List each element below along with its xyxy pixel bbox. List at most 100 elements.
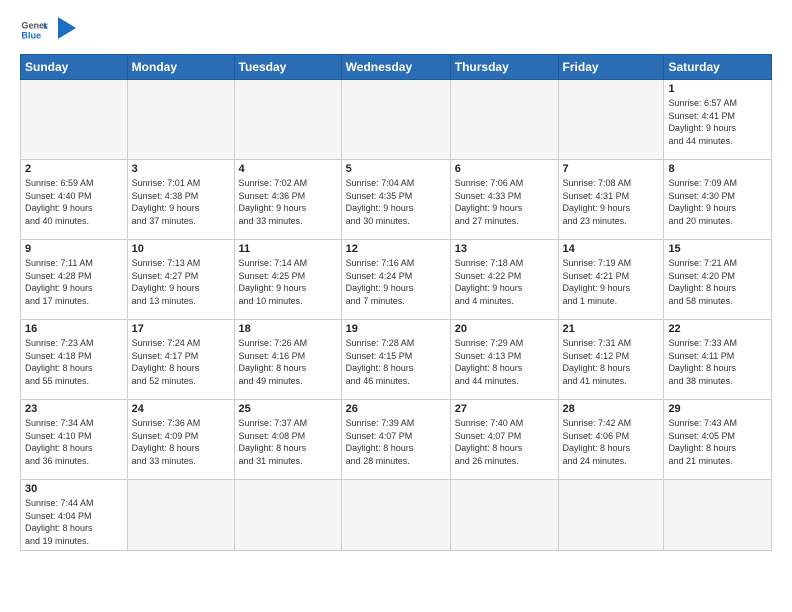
calendar-week-1: 1 Sunrise: 6:57 AM Sunset: 4:41 PM Daylig… xyxy=(21,80,772,160)
day-number: 17 xyxy=(132,323,230,335)
day-number: 19 xyxy=(346,323,446,335)
logo-triangle-icon xyxy=(58,17,76,39)
day-number: 5 xyxy=(346,163,446,175)
day-number: 18 xyxy=(239,323,337,335)
calendar-cell xyxy=(127,480,234,551)
day-info: Sunrise: 7:28 AM Sunset: 4:15 PM Dayligh… xyxy=(346,337,446,387)
day-info: Sunrise: 7:02 AM Sunset: 4:36 PM Dayligh… xyxy=(239,177,337,227)
day-number: 23 xyxy=(25,403,123,415)
day-info: Sunrise: 7:40 AM Sunset: 4:07 PM Dayligh… xyxy=(455,417,554,467)
calendar-cell xyxy=(558,480,664,551)
day-number: 16 xyxy=(25,323,123,335)
day-info: Sunrise: 7:24 AM Sunset: 4:17 PM Dayligh… xyxy=(132,337,230,387)
calendar-cell: 20 Sunrise: 7:29 AM Sunset: 4:13 PM Dayli… xyxy=(450,320,558,400)
calendar-cell xyxy=(450,80,558,160)
calendar-cell: 8 Sunrise: 7:09 AM Sunset: 4:30 PM Daylig… xyxy=(664,160,772,240)
calendar-cell: 13 Sunrise: 7:18 AM Sunset: 4:22 PM Dayli… xyxy=(450,240,558,320)
day-number: 22 xyxy=(668,323,767,335)
day-info: Sunrise: 7:09 AM Sunset: 4:30 PM Dayligh… xyxy=(668,177,767,227)
day-number: 6 xyxy=(455,163,554,175)
day-info: Sunrise: 7:33 AM Sunset: 4:11 PM Dayligh… xyxy=(668,337,767,387)
day-info: Sunrise: 6:57 AM Sunset: 4:41 PM Dayligh… xyxy=(668,97,767,147)
day-number: 7 xyxy=(563,163,660,175)
weekday-header-wednesday: Wednesday xyxy=(341,55,450,80)
day-info: Sunrise: 7:26 AM Sunset: 4:16 PM Dayligh… xyxy=(239,337,337,387)
calendar-cell: 29 Sunrise: 7:43 AM Sunset: 4:05 PM Dayli… xyxy=(664,400,772,480)
day-number: 12 xyxy=(346,243,446,255)
day-number: 20 xyxy=(455,323,554,335)
day-info: Sunrise: 7:42 AM Sunset: 4:06 PM Dayligh… xyxy=(563,417,660,467)
calendar-cell: 2 Sunrise: 6:59 AM Sunset: 4:40 PM Daylig… xyxy=(21,160,128,240)
day-info: Sunrise: 7:01 AM Sunset: 4:38 PM Dayligh… xyxy=(132,177,230,227)
day-info: Sunrise: 7:08 AM Sunset: 4:31 PM Dayligh… xyxy=(563,177,660,227)
weekday-header-thursday: Thursday xyxy=(450,55,558,80)
day-number: 26 xyxy=(346,403,446,415)
calendar-cell: 7 Sunrise: 7:08 AM Sunset: 4:31 PM Daylig… xyxy=(558,160,664,240)
svg-text:Blue: Blue xyxy=(21,30,41,40)
day-info: Sunrise: 7:29 AM Sunset: 4:13 PM Dayligh… xyxy=(455,337,554,387)
day-info: Sunrise: 7:36 AM Sunset: 4:09 PM Dayligh… xyxy=(132,417,230,467)
calendar-cell: 25Sunrise: 7:37 AM Sunset: 4:08 PM Dayli… xyxy=(234,400,341,480)
calendar-cell: 22 Sunrise: 7:33 AM Sunset: 4:11 PM Dayli… xyxy=(664,320,772,400)
day-number: 10 xyxy=(132,243,230,255)
day-info: Sunrise: 7:31 AM Sunset: 4:12 PM Dayligh… xyxy=(563,337,660,387)
calendar-cell xyxy=(341,480,450,551)
calendar-week-5: 23Sunrise: 7:34 AM Sunset: 4:10 PM Dayli… xyxy=(21,400,772,480)
calendar-cell xyxy=(127,80,234,160)
calendar-cell: 5 Sunrise: 7:04 AM Sunset: 4:35 PM Daylig… xyxy=(341,160,450,240)
day-info: Sunrise: 7:37 AM Sunset: 4:08 PM Dayligh… xyxy=(239,417,337,467)
day-info: Sunrise: 7:13 AM Sunset: 4:27 PM Dayligh… xyxy=(132,257,230,307)
calendar-cell: 19 Sunrise: 7:28 AM Sunset: 4:15 PM Dayli… xyxy=(341,320,450,400)
calendar-week-4: 16Sunrise: 7:23 AM Sunset: 4:18 PM Dayli… xyxy=(21,320,772,400)
calendar-cell: 6 Sunrise: 7:06 AM Sunset: 4:33 PM Daylig… xyxy=(450,160,558,240)
day-info: Sunrise: 7:21 AM Sunset: 4:20 PM Dayligh… xyxy=(668,257,767,307)
calendar-table: SundayMondayTuesdayWednesdayThursdayFrid… xyxy=(20,54,772,551)
day-info: Sunrise: 7:18 AM Sunset: 4:22 PM Dayligh… xyxy=(455,257,554,307)
logo-icon: General Blue xyxy=(20,16,48,44)
weekday-header-row: SundayMondayTuesdayWednesdayThursdayFrid… xyxy=(21,55,772,80)
calendar-cell xyxy=(450,480,558,551)
logo: General Blue xyxy=(20,16,76,44)
day-info: Sunrise: 7:04 AM Sunset: 4:35 PM Dayligh… xyxy=(346,177,446,227)
calendar-cell xyxy=(664,480,772,551)
calendar-cell: 9 Sunrise: 7:11 AM Sunset: 4:28 PM Daylig… xyxy=(21,240,128,320)
day-info: Sunrise: 7:44 AM Sunset: 4:04 PM Dayligh… xyxy=(25,497,123,547)
calendar-cell xyxy=(234,80,341,160)
day-info: Sunrise: 7:16 AM Sunset: 4:24 PM Dayligh… xyxy=(346,257,446,307)
day-info: Sunrise: 7:06 AM Sunset: 4:33 PM Dayligh… xyxy=(455,177,554,227)
calendar-cell: 18 Sunrise: 7:26 AM Sunset: 4:16 PM Dayli… xyxy=(234,320,341,400)
day-number: 24 xyxy=(132,403,230,415)
weekday-header-friday: Friday xyxy=(558,55,664,80)
calendar-cell: 10 Sunrise: 7:13 AM Sunset: 4:27 PM Dayli… xyxy=(127,240,234,320)
day-number: 11 xyxy=(239,243,337,255)
page: General Blue SundayMondayTuesdayWednesda… xyxy=(0,0,792,612)
day-number: 4 xyxy=(239,163,337,175)
header: General Blue xyxy=(20,16,772,44)
calendar-cell: 21 Sunrise: 7:31 AM Sunset: 4:12 PM Dayli… xyxy=(558,320,664,400)
weekday-header-monday: Monday xyxy=(127,55,234,80)
calendar-cell: 28 Sunrise: 7:42 AM Sunset: 4:06 PM Dayli… xyxy=(558,400,664,480)
calendar-cell: 12 Sunrise: 7:16 AM Sunset: 4:24 PM Dayli… xyxy=(341,240,450,320)
day-number: 8 xyxy=(668,163,767,175)
day-number: 14 xyxy=(563,243,660,255)
day-number: 1 xyxy=(668,83,767,95)
day-number: 2 xyxy=(25,163,123,175)
calendar-cell: 11 Sunrise: 7:14 AM Sunset: 4:25 PM Dayli… xyxy=(234,240,341,320)
day-info: Sunrise: 6:59 AM Sunset: 4:40 PM Dayligh… xyxy=(25,177,123,227)
day-number: 13 xyxy=(455,243,554,255)
day-info: Sunrise: 7:11 AM Sunset: 4:28 PM Dayligh… xyxy=(25,257,123,307)
day-info: Sunrise: 7:43 AM Sunset: 4:05 PM Dayligh… xyxy=(668,417,767,467)
calendar-cell: 24 Sunrise: 7:36 AM Sunset: 4:09 PM Dayli… xyxy=(127,400,234,480)
day-info: Sunrise: 7:14 AM Sunset: 4:25 PM Dayligh… xyxy=(239,257,337,307)
calendar-cell: 30Sunrise: 7:44 AM Sunset: 4:04 PM Dayli… xyxy=(21,480,128,551)
calendar-cell: 23Sunrise: 7:34 AM Sunset: 4:10 PM Dayli… xyxy=(21,400,128,480)
day-number: 21 xyxy=(563,323,660,335)
calendar-cell: 27Sunrise: 7:40 AM Sunset: 4:07 PM Dayli… xyxy=(450,400,558,480)
calendar-week-2: 2 Sunrise: 6:59 AM Sunset: 4:40 PM Daylig… xyxy=(21,160,772,240)
day-number: 28 xyxy=(563,403,660,415)
weekday-header-saturday: Saturday xyxy=(664,55,772,80)
day-number: 29 xyxy=(668,403,767,415)
day-number: 9 xyxy=(25,243,123,255)
day-number: 3 xyxy=(132,163,230,175)
day-number: 15 xyxy=(668,243,767,255)
